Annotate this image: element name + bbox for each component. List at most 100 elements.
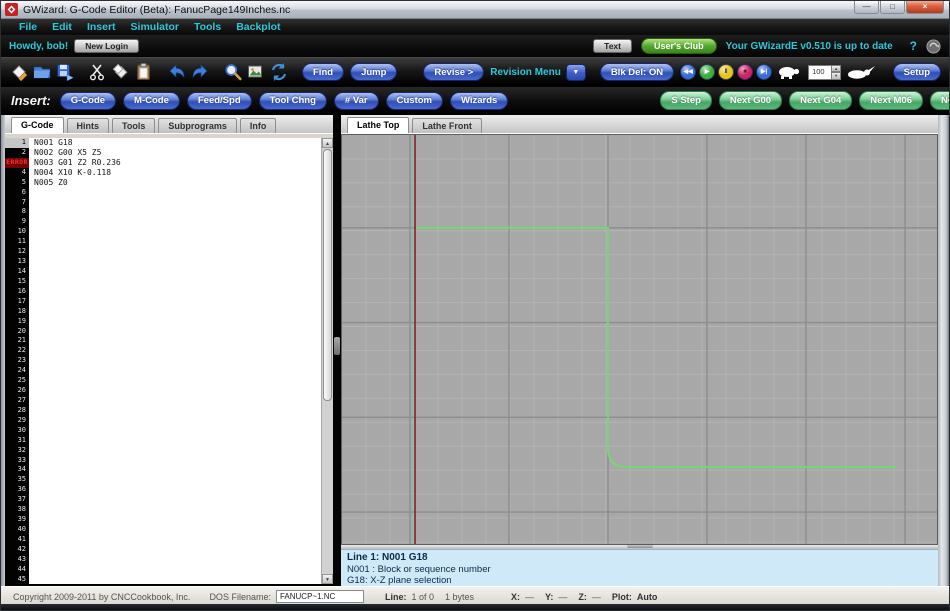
code-line-30[interactable] [29,426,321,436]
code-line-19[interactable] [29,317,321,327]
step-forward-button[interactable]: ▶| [756,64,772,80]
help-icon[interactable]: ? [910,39,917,53]
search-icon[interactable] [223,62,243,82]
hint-splitter-handle[interactable] [627,545,653,548]
menu-item-file[interactable]: File [19,21,37,33]
speed-spinner[interactable]: 100 ▲ ▼ [808,65,841,80]
code-line-40[interactable] [29,525,321,535]
menu-item-backplot[interactable]: Backplot [236,21,280,33]
text-button[interactable]: Text [593,39,632,53]
code-line-25[interactable] [29,376,321,386]
sim-next-g04-button[interactable]: Next G04 [789,91,852,110]
code-line-17[interactable] [29,297,321,307]
insert-var-button[interactable]: # Var [334,92,379,110]
code-line-21[interactable] [29,336,321,346]
scroll-down-arrow[interactable]: ▼ [322,574,333,584]
code-line-5[interactable]: N005 Z0 [29,178,321,188]
code-line-1[interactable]: N001 G18 [29,138,321,148]
code-line-4[interactable]: N004 X10 K-0.118 [29,168,321,178]
code-line-14[interactable] [29,267,321,277]
code-line-23[interactable] [29,356,321,366]
code-line-26[interactable] [29,386,321,396]
insert-feed-spd-button[interactable]: Feed/Spd [187,92,252,110]
splitter-handle[interactable] [334,337,340,355]
menu-item-insert[interactable]: Insert [87,21,116,33]
code-line-11[interactable] [29,237,321,247]
copy-icon[interactable] [111,62,131,82]
scroll-thumb[interactable] [323,149,332,401]
redo-icon[interactable] [190,62,210,82]
sim-s-step-button[interactable]: S Step [660,91,712,110]
code-area[interactable]: N001 G18N002 G00 X5 Z5N003 G01 Z2 R0.236… [29,138,321,584]
rewind-button[interactable]: ◀◀ [680,64,696,80]
code-line-15[interactable] [29,277,321,287]
new-icon[interactable] [9,62,29,82]
code-line-6[interactable] [29,188,321,198]
code-line-43[interactable] [29,555,321,565]
tab-hints[interactable]: Hints [67,118,110,133]
setup-button[interactable]: Setup [893,63,941,81]
code-line-12[interactable] [29,247,321,257]
panel-splitter[interactable] [333,115,341,586]
new-login-button[interactable]: New Login [74,39,139,53]
speed-up-button[interactable]: ▲ [832,65,841,73]
code-line-16[interactable] [29,287,321,297]
code-line-33[interactable] [29,456,321,466]
tab-g-code[interactable]: G-Code [11,117,64,133]
menu-item-simulator[interactable]: Simulator [131,21,179,33]
insert-g-code-button[interactable]: G-Code [60,92,116,110]
code-line-2[interactable]: N002 G00 X5 Z5 [29,148,321,158]
tab-tools[interactable]: Tools [112,118,155,133]
tab-info[interactable]: Info [240,118,277,133]
tab-lathe-top[interactable]: Lathe Top [347,117,409,133]
code-line-3[interactable]: N003 G01 Z2 R0.236 [29,158,321,168]
sim-next-goto-button[interactable]: Next GOTO [930,91,950,110]
undo-icon[interactable] [167,62,187,82]
refresh-icon[interactable] [269,62,289,82]
tab-subprograms[interactable]: Subprograms [158,118,237,133]
hint-splitter[interactable] [341,545,938,549]
code-line-27[interactable] [29,396,321,406]
revision-menu-dropdown[interactable]: ▼ [566,64,586,81]
code-line-29[interactable] [29,416,321,426]
code-line-9[interactable] [29,217,321,227]
insert-m-code-button[interactable]: M-Code [123,92,180,110]
code-line-22[interactable] [29,346,321,356]
play-button[interactable]: ▶ [699,64,715,80]
code-line-39[interactable] [29,515,321,525]
code-line-20[interactable] [29,327,321,337]
code-line-36[interactable] [29,485,321,495]
blk-del-toggle[interactable]: Blk Del: ON [600,63,674,81]
menu-item-tools[interactable]: Tools [194,21,221,33]
insert-tool-chng-button[interactable]: Tool Chng [259,92,327,110]
code-line-31[interactable] [29,436,321,446]
speed-down-button[interactable]: ▼ [832,72,841,80]
editor-scrollbar[interactable]: ▲ ▼ [321,138,333,584]
code-line-34[interactable] [29,465,321,475]
code-line-18[interactable] [29,307,321,317]
jump-button[interactable]: Jump [350,63,397,81]
code-line-37[interactable] [29,495,321,505]
cut-icon[interactable] [88,62,108,82]
maximize-button[interactable]: □ [880,1,905,14]
code-line-42[interactable] [29,545,321,555]
code-line-35[interactable] [29,475,321,485]
users-club-button[interactable]: User's Club [641,38,717,54]
code-line-7[interactable] [29,198,321,208]
close-button[interactable]: × [906,1,944,14]
code-line-32[interactable] [29,446,321,456]
backplot-thumb-icon[interactable] [246,62,266,82]
open-icon[interactable] [32,62,52,82]
code-line-38[interactable] [29,505,321,515]
dos-filename-input[interactable] [276,590,364,603]
code-line-44[interactable] [29,565,321,575]
code-line-24[interactable] [29,366,321,376]
sim-next-g00-button[interactable]: Next G00 [719,91,782,110]
sim-next-m06-button[interactable]: Next M06 [859,91,923,110]
menu-item-edit[interactable]: Edit [52,21,72,33]
insert-custom-button[interactable]: Custom [386,92,443,110]
paste-icon[interactable] [134,62,154,82]
stop-button[interactable]: ■ [737,64,753,80]
insert-wizards-button[interactable]: Wizards [450,92,508,110]
pause-button[interactable]: ‖ [718,64,734,80]
